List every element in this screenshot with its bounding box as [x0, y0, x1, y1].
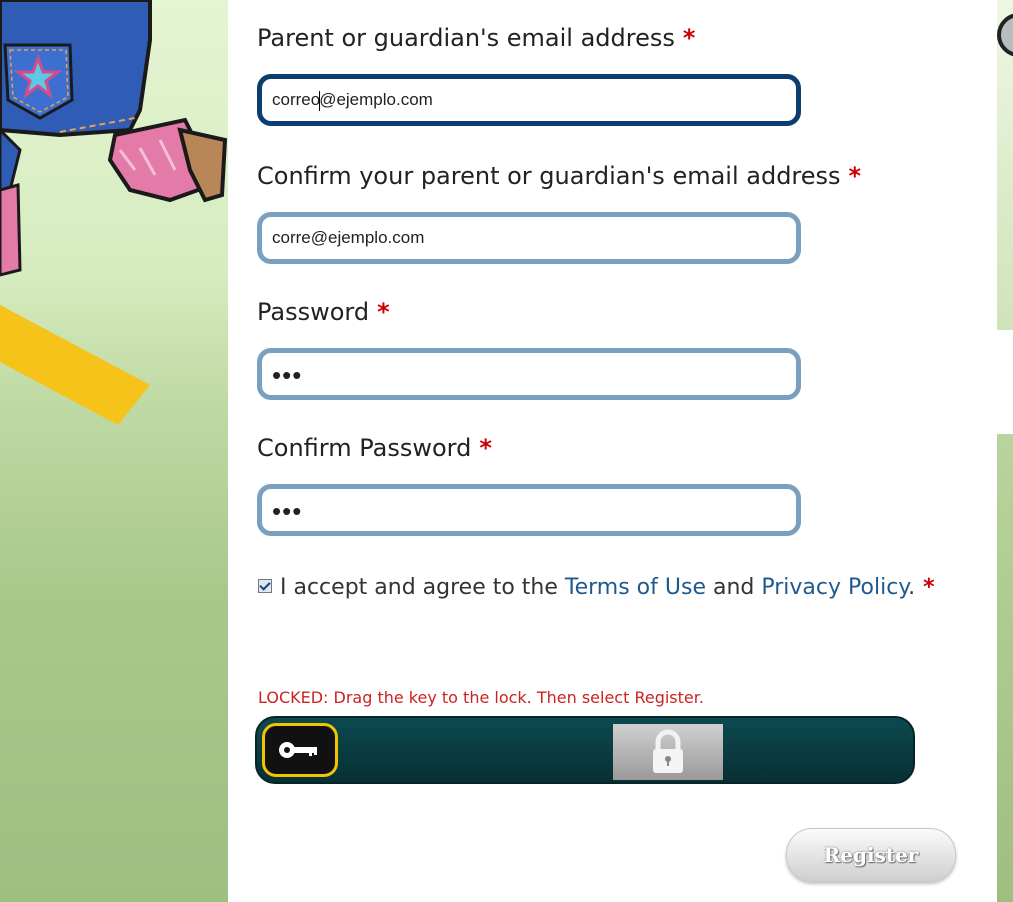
- consent-text-start: I accept and agree to the: [280, 575, 565, 600]
- confirm-email-input[interactable]: corre@ejemplo.com: [257, 212, 801, 264]
- lock-drop-target[interactable]: [613, 724, 723, 780]
- padlock-icon: [653, 729, 683, 773]
- consent-text-end: .: [908, 575, 916, 600]
- required-marker: *: [923, 575, 935, 600]
- confirm-password-masked-value: •••: [272, 496, 303, 526]
- right-strip-gap: [997, 330, 1013, 434]
- privacy-policy-link[interactable]: Privacy Policy: [761, 575, 908, 600]
- key-drag-handle[interactable]: [262, 723, 338, 777]
- right-strip-bottom: [997, 434, 1013, 902]
- confirm-password-label: Confirm Password *: [257, 434, 492, 462]
- decorative-strip-right: [997, 0, 1013, 902]
- parent-email-input[interactable]: correo@ejemplo.com: [257, 74, 801, 126]
- decorative-illustration-left: [0, 0, 228, 902]
- cartoon-character-illustration: [0, 0, 228, 425]
- terms-of-use-link[interactable]: Terms of Use: [565, 575, 706, 600]
- confirm-password-label-text: Confirm Password: [257, 434, 472, 462]
- consent-text-middle: and: [705, 575, 762, 600]
- key-lock-track: [255, 716, 915, 784]
- required-marker: *: [479, 434, 492, 462]
- lock-status-message: LOCKED: Drag the key to the lock. Then s…: [258, 688, 704, 707]
- decorative-gear-fragment: [997, 13, 1013, 57]
- confirm-email-label-text: Confirm your parent or guardian's email …: [257, 162, 841, 190]
- parent-email-label: Parent or guardian's email address *: [257, 24, 695, 52]
- parent-email-value-end: @ejemplo.com: [319, 90, 433, 109]
- required-marker: *: [682, 24, 696, 52]
- password-input[interactable]: •••: [257, 348, 801, 400]
- register-button[interactable]: Register: [786, 828, 956, 882]
- confirm-email-label: Confirm your parent or guardian's email …: [257, 162, 861, 190]
- confirm-email-value: corre@ejemplo.com: [272, 228, 425, 247]
- terms-consent: I accept and agree to the Terms of Use a…: [258, 574, 958, 602]
- required-marker: *: [377, 298, 390, 326]
- parent-email-label-text: Parent or guardian's email address: [257, 24, 675, 52]
- required-marker: *: [848, 162, 862, 190]
- password-masked-value: •••: [272, 360, 303, 390]
- key-icon: [279, 742, 317, 758]
- password-label-text: Password: [257, 298, 370, 326]
- terms-checkbox[interactable]: [258, 579, 272, 593]
- password-label: Password *: [257, 298, 390, 326]
- parent-email-value-start: correo: [272, 90, 321, 109]
- confirm-password-input[interactable]: •••: [257, 484, 801, 536]
